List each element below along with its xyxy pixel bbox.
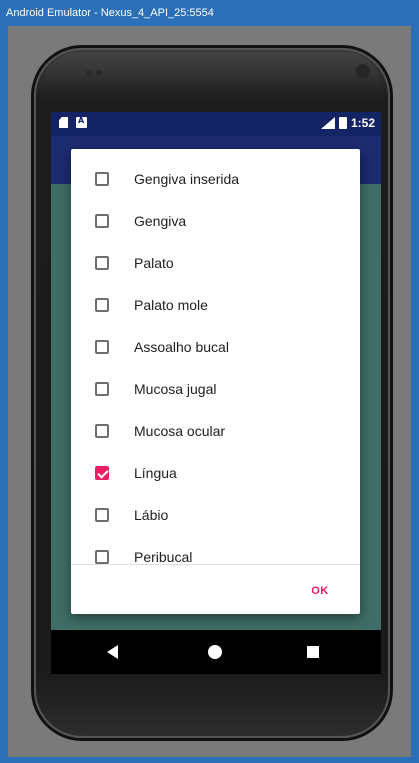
checkbox[interactable] xyxy=(95,382,109,396)
list-item[interactable]: Palato mole xyxy=(71,284,360,326)
emulator-title-bar[interactable]: Android Emulator - Nexus_4_API_25:5554 xyxy=(0,0,419,26)
speaker-dot xyxy=(86,70,92,76)
checkbox[interactable] xyxy=(95,214,109,228)
checkbox[interactable] xyxy=(95,340,109,354)
item-label: Mucosa ocular xyxy=(134,423,226,439)
item-label: Mucosa jugal xyxy=(134,381,217,397)
home-icon[interactable] xyxy=(208,645,222,659)
choice-list[interactable]: Gengiva inserida Gengiva Palato Palato m… xyxy=(71,149,360,564)
list-item[interactable]: Mucosa jugal xyxy=(71,368,360,410)
item-label: Assoalho bucal xyxy=(134,339,229,355)
device-screen: 4G 1:52 Gengiva inserida Gengiva Palato xyxy=(51,112,381,674)
list-item[interactable]: Mucosa ocular xyxy=(71,410,360,452)
battery-icon xyxy=(338,117,347,129)
speaker-dot xyxy=(96,70,102,76)
item-label: Peribucal xyxy=(134,549,193,564)
front-camera xyxy=(356,64,370,78)
navigation-bar xyxy=(51,630,381,674)
dialog-divider xyxy=(71,564,360,565)
item-label: Palato xyxy=(134,255,174,271)
list-item[interactable]: Lábio xyxy=(71,494,360,536)
list-item[interactable]: Gengiva inserida xyxy=(71,158,360,200)
status-clock: 1:52 xyxy=(350,116,375,130)
ok-button[interactable]: OK xyxy=(300,577,340,605)
status-left-icons xyxy=(59,116,87,128)
checkbox[interactable] xyxy=(95,466,109,480)
list-item[interactable]: Peribucal xyxy=(71,536,360,564)
item-label: Gengiva inserida xyxy=(134,171,240,187)
list-item[interactable]: Língua xyxy=(71,452,360,494)
signal-icon: 4G xyxy=(318,114,335,129)
list-item[interactable]: Palato xyxy=(71,242,360,284)
checkbox[interactable] xyxy=(95,256,109,270)
checkbox[interactable] xyxy=(95,550,109,564)
item-label: Lábio xyxy=(134,507,169,523)
item-label: Língua xyxy=(134,465,177,481)
window-title: Android Emulator - Nexus_4_API_25:5554 xyxy=(6,7,214,19)
window-border-left xyxy=(0,26,8,763)
status-bar: 4G 1:52 xyxy=(51,112,381,136)
multi-choice-dialog: Gengiva inserida Gengiva Palato Palato m… xyxy=(71,149,360,614)
item-label: Gengiva xyxy=(134,213,187,229)
list-item[interactable]: Gengiva xyxy=(71,200,360,242)
checkbox[interactable] xyxy=(95,424,109,438)
item-label: Palato mole xyxy=(134,297,208,313)
status-right-icons: 4G 1:52 xyxy=(318,114,375,130)
checkbox[interactable] xyxy=(95,508,109,522)
network-type: 4G xyxy=(318,114,328,121)
window-border-bottom xyxy=(0,757,419,763)
back-icon[interactable] xyxy=(107,645,118,659)
recents-icon[interactable] xyxy=(307,646,319,658)
checkbox[interactable] xyxy=(95,172,109,186)
list-item[interactable]: Assoalho bucal xyxy=(71,326,360,368)
window-border-right xyxy=(411,26,419,763)
checkbox[interactable] xyxy=(95,298,109,312)
sd-card-icon xyxy=(59,117,68,128)
notification-icon xyxy=(76,116,87,128)
